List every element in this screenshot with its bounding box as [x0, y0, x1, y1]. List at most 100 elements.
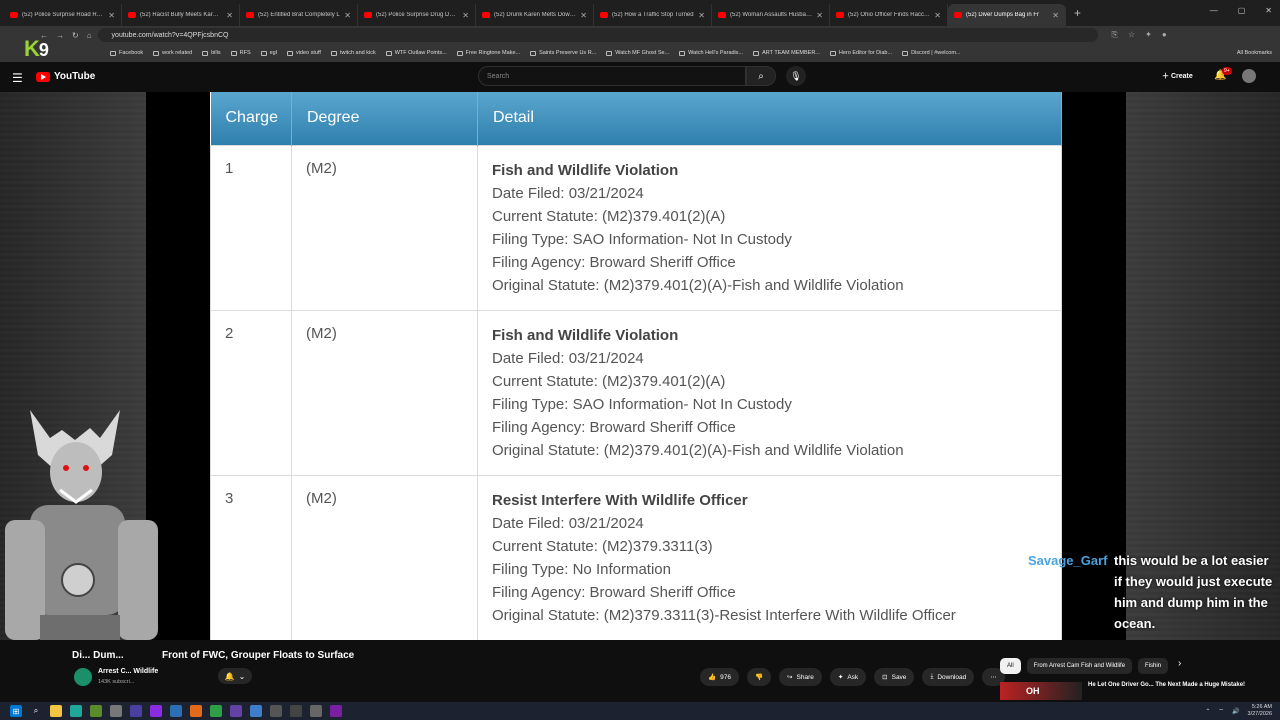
close-tab-icon[interactable]: ✕	[698, 11, 705, 20]
settings-icon[interactable]	[310, 705, 322, 717]
folder-icon	[606, 50, 613, 56]
windows-start-icon[interactable]: ⊞	[10, 705, 22, 717]
all-bookmarks[interactable]: All Bookmarks	[1237, 50, 1272, 56]
bookmark-item[interactable]: work related	[153, 50, 192, 56]
hamburger-menu-icon[interactable]: ☰	[12, 71, 23, 85]
chevron-up-icon[interactable]: ⌃	[1205, 708, 1210, 715]
browser-tab[interactable]: (52) Drunk Karen Melts Down a ✕	[476, 4, 594, 26]
bookmark-item[interactable]: twitch and kick	[330, 50, 376, 56]
subscription-bell-button[interactable]: 🔔 ⌄	[218, 668, 252, 684]
charge-number: 2	[210, 309, 292, 476]
bookmark-label: Free Ringtone Make...	[465, 50, 521, 56]
app-icon[interactable]	[130, 705, 142, 717]
app-icon[interactable]	[270, 705, 282, 717]
bookmark-item[interactable]: bills	[202, 50, 221, 56]
charge-title: Fish and Wildlife Violation	[492, 161, 679, 179]
clock[interactable]: 5:26 AM 3/27/2026	[1248, 704, 1272, 718]
bookmark-item[interactable]: egl	[260, 50, 277, 56]
search-button[interactable]: ⌕	[746, 66, 776, 86]
close-tab-icon[interactable]: ✕	[816, 11, 823, 20]
volume-icon[interactable]: 🔊	[1232, 708, 1239, 715]
firefox-icon[interactable]	[190, 705, 202, 717]
browser-tab[interactable]: (52) Woman Assaults Husband ✕	[712, 4, 830, 26]
close-tab-icon[interactable]: ✕	[462, 11, 469, 20]
bookmark-item[interactable]: video stuff	[286, 50, 321, 56]
app-icon[interactable]	[230, 705, 242, 717]
create-button[interactable]: ＋ Create	[1162, 71, 1193, 81]
download-button[interactable]: ⤓ Download	[922, 668, 975, 686]
minimize-icon[interactable]: —	[1210, 6, 1218, 15]
close-tab-icon[interactable]: ✕	[1052, 11, 1059, 20]
bookmark-item[interactable]: Hero Editor for Diab...	[829, 50, 892, 56]
voice-search-button[interactable]: 🎙	[786, 66, 806, 86]
browser-tab[interactable]: (52) Police Surprise Road Rage ✕	[4, 4, 122, 26]
browser-tab[interactable]: (52) Racist Bully Meets Karma a ✕	[122, 4, 240, 26]
bookmark-item[interactable]: Watch MF Ghost Se...	[606, 50, 669, 56]
maximize-icon[interactable]: ▢	[1238, 6, 1246, 15]
bookmark-item[interactable]: Watch Hell's Paradis...	[679, 50, 743, 56]
save-button[interactable]: ⊡ Save	[874, 668, 915, 686]
forward-icon[interactable]: →	[56, 31, 64, 40]
app-icon[interactable]	[250, 705, 262, 717]
file-explorer-icon[interactable]	[50, 705, 62, 717]
bookmark-item[interactable]: Facebook	[110, 50, 143, 56]
app-icon[interactable]	[110, 705, 122, 717]
system-tray: ⌃ ⌔ 🔊 5:26 AM 3/27/2026	[1205, 704, 1272, 718]
recommended-video[interactable]: OH He Let One Driver Go... The Next Made…	[1000, 682, 1280, 700]
chevron-right-icon[interactable]: ›	[1178, 658, 1181, 674]
browser-tab[interactable]: (52) Diver Dumps Bag in Fr ✕	[948, 4, 1066, 26]
url-field[interactable]: youtube.com/watch?v=4QPFjcsbnCQ	[97, 28, 1098, 42]
browser-tab[interactable]: (52) Ohio Officer Finds Raccoo ✕	[830, 4, 948, 26]
network-icon[interactable]: ⌔	[1218, 707, 1224, 715]
account-avatar[interactable]	[1242, 69, 1256, 83]
app-icon[interactable]	[290, 705, 302, 717]
chip-fishing[interactable]: Fishin	[1138, 658, 1169, 674]
chat-username: Savage_Garf	[1028, 553, 1108, 568]
channel-name[interactable]: Arrest C... Wildlife	[98, 668, 158, 675]
chip-from-channel[interactable]: From Arrest Cam Fish and Wildlife	[1026, 658, 1133, 674]
profile-icon[interactable]: ●	[1162, 30, 1167, 40]
app-icon[interactable]	[170, 705, 182, 717]
close-tab-icon[interactable]: ✕	[226, 11, 233, 20]
app-icon[interactable]	[90, 705, 102, 717]
bookmark-item[interactable]: Saints Preserve Us R...	[530, 50, 596, 56]
youtube-logo[interactable]: YouTube	[36, 71, 95, 82]
channel-avatar[interactable]	[74, 668, 92, 686]
home-icon[interactable]: ⌂	[87, 31, 92, 40]
extension-icon[interactable]: ✦	[1145, 30, 1152, 40]
close-tab-icon[interactable]: ✕	[108, 11, 115, 20]
close-tab-icon[interactable]: ✕	[934, 11, 941, 20]
bookmark-item[interactable]: RFS	[230, 50, 251, 56]
charge-title: Resist Interfere With Wildlife Officer	[492, 491, 748, 509]
detail-line: Date Filed: 03/21/2024	[492, 349, 644, 367]
browser-tab[interactable]: (52) Police Surprise Drug Deale ✕	[358, 4, 476, 26]
like-button[interactable]: 👍 976	[700, 668, 739, 686]
app-icon[interactable]	[330, 705, 342, 717]
notification-badge: 9+	[1222, 67, 1232, 75]
app-icon[interactable]	[150, 705, 162, 717]
bookmark-item[interactable]: WTF Outlaw Points...	[385, 50, 447, 56]
install-icon[interactable]: ⎘	[1112, 30, 1118, 40]
share-button[interactable]: ↪ Share	[779, 668, 822, 686]
reload-icon[interactable]: ↻	[72, 31, 79, 40]
browser-tab[interactable]: (52) Entitled Brat Completely L ✕	[240, 4, 358, 26]
chrome-icon[interactable]	[210, 705, 222, 717]
k9-logo-overlay: K9	[24, 36, 49, 61]
close-window-icon[interactable]: ✕	[1265, 6, 1272, 15]
bookmark-item[interactable]: ART TEAM MEMBER...	[753, 50, 820, 56]
chip-all[interactable]: All	[1000, 658, 1021, 674]
bookmark-star-icon[interactable]: ☆	[1128, 30, 1135, 40]
bookmark-label: video stuff	[295, 50, 321, 56]
search-input[interactable]: Search	[478, 66, 746, 86]
close-tab-icon[interactable]: ✕	[344, 11, 351, 20]
app-icon[interactable]	[70, 705, 82, 717]
video-player[interactable]: Charge Degree Detail 1 (M2) Fish and Wildl…	[0, 92, 1280, 700]
browser-tab[interactable]: (52) How a Traffic Stop Turned ✕	[594, 4, 712, 26]
close-tab-icon[interactable]: ✕	[580, 11, 587, 20]
ask-button[interactable]: ✦ Ask	[829, 668, 867, 686]
search-icon[interactable]: ⌕	[30, 705, 42, 717]
new-tab-button[interactable]: +	[1074, 6, 1081, 20]
bookmark-item[interactable]: Free Ringtone Make...	[456, 50, 521, 56]
dislike-button[interactable]: 👎	[746, 668, 772, 686]
bookmark-item[interactable]: Discord | #welcom...	[902, 50, 961, 56]
